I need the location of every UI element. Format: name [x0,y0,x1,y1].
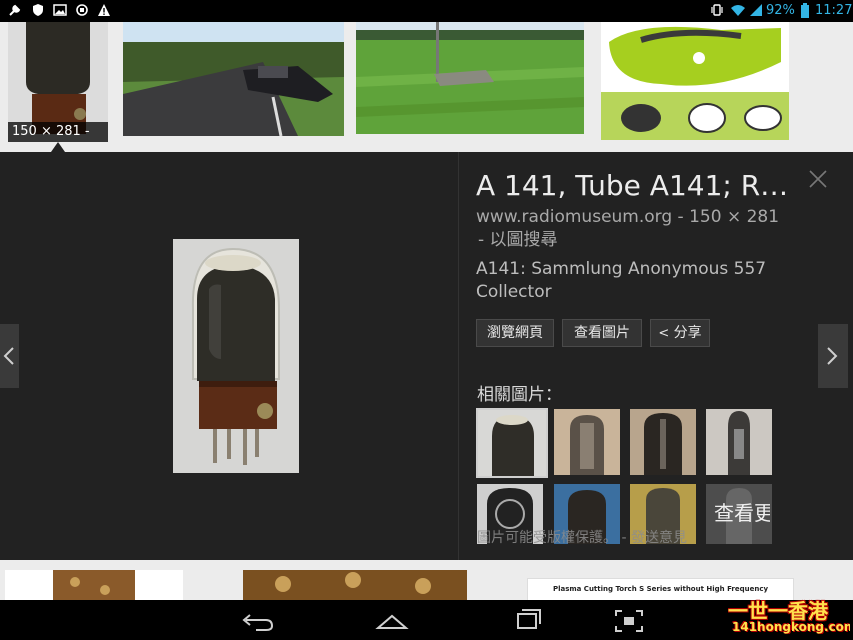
result-thumb-field[interactable] [356,22,584,134]
vibrate-icon [710,3,724,20]
shield-icon [31,3,45,20]
signal-icon [749,3,763,20]
warning-icon [97,3,111,20]
wrench-icon [8,3,22,20]
document-caption: Plasma Cutting Torch S Series without Hi… [552,585,769,593]
watermark: 一世一香港 141hongkong.com [700,594,853,640]
search-by-image-link[interactable]: - 以圖搜尋 [476,229,779,252]
view-image-button[interactable]: 查看圖片 [562,319,642,347]
chevron-right-icon [827,347,838,365]
watermark-url: 141hongkong.com [732,620,850,634]
see-more-label: 查看更多 [714,502,770,524]
next-arrow-button[interactable] [818,324,848,388]
home-icon [375,614,409,629]
related-image-2[interactable] [554,409,620,475]
result-thumb-road[interactable] [123,22,344,136]
image-icon [53,3,67,20]
related-image-4[interactable] [706,409,772,475]
result-thumb-fabric-1[interactable] [5,570,183,600]
back-button[interactable] [238,608,278,634]
size-badge-text: 150 × 281 - [12,124,90,139]
source-url[interactable]: www.radiomuseum.org - 150 × 281 [476,206,779,229]
selection-pointer [51,142,65,152]
home-button[interactable] [372,608,412,634]
clock: 11:27 [815,3,853,18]
battery-percent: 92% [766,3,795,18]
related-images-label: 相關圖片： [477,385,562,405]
close-button[interactable] [806,167,830,191]
related-image-1[interactable] [476,408,548,478]
visit-page-button[interactable]: 瀏覽網頁 [476,319,554,347]
source-info: www.radiomuseum.org - 150 × 281 - 以圖搜尋 [476,206,779,252]
recent-apps-icon [517,609,541,629]
chevron-left-icon [3,347,14,365]
close-icon [809,170,827,188]
share-label: 分享 [673,325,702,341]
panel-divider [458,152,459,560]
size-badge: 150 × 281 - [8,122,108,142]
screenshot-button[interactable] [612,608,646,634]
related-image-3[interactable] [630,409,696,475]
share-button[interactable]: < 分享 [650,319,710,347]
copyright-notice: 圖片可能受版權保護。 - 發送意見 [477,530,687,546]
wifi-icon [730,3,746,20]
sync-icon [75,3,89,20]
screenshot-icon [615,610,643,632]
result-thumb-fabric-2[interactable] [243,570,467,600]
status-bar: 92% 11:27 [0,0,853,22]
prev-arrow-button[interactable] [0,324,19,388]
share-icon: < [658,326,670,341]
image-description: A141: Sammlung Anonymous 557 Collector [476,259,767,302]
battery-icon [801,3,809,21]
back-icon [242,614,274,631]
recent-apps-button[interactable] [508,608,548,634]
result-thumb-waistbag[interactable] [601,22,789,140]
preview-image[interactable] [173,239,299,473]
image-title: A 141, Tube A141; R… [476,169,789,202]
